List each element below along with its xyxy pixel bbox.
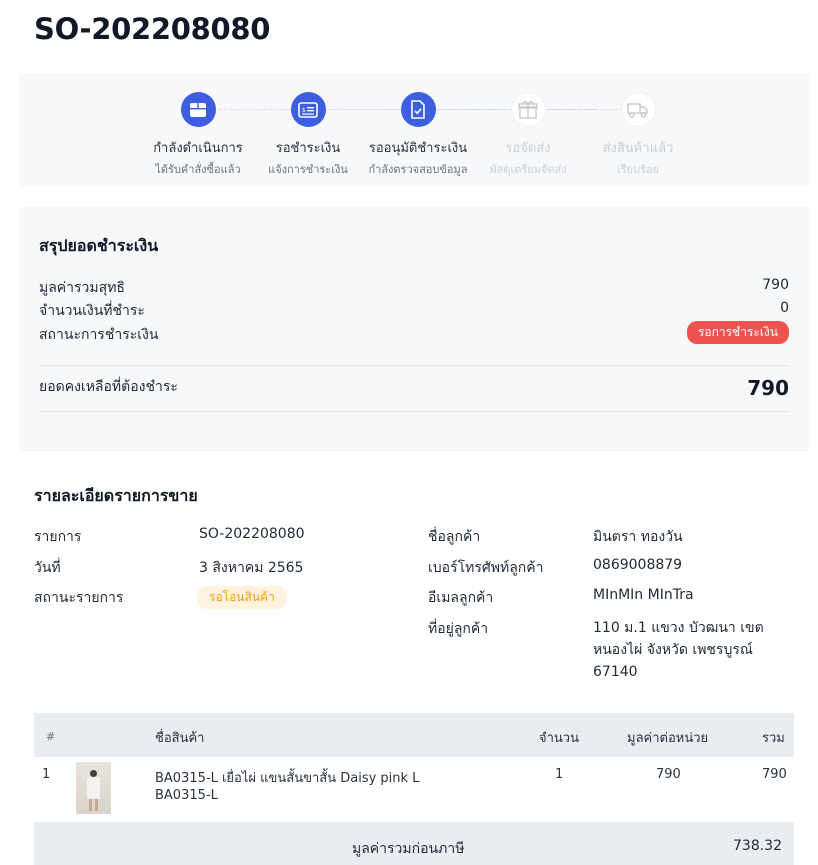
customer-address-label: ที่อยู่ลูกค้า <box>428 621 489 637</box>
step-processing: กำลังดำเนินการ ได้รับคำสั่งซื้อแล้ว <box>143 92 253 178</box>
gift-box-icon <box>510 92 546 127</box>
customer-email-value: MInMIn MInTra <box>593 587 694 603</box>
col-qty-header: จำนวน <box>539 731 579 746</box>
step-awaiting-payment: $ รอชำระเงิน แจ้งการชำระเงิน <box>253 92 363 178</box>
sale-details-title: รายละเอียดรายการขาย <box>34 486 198 505</box>
step-awaiting-shipment: รอจัดส่ง พัสดุเตรียมจัดส่ง <box>473 92 583 178</box>
customer-email-label: อีเมลลูกค้า <box>428 590 494 606</box>
product-name[interactable]: BA0315-L เยื่อไผ่ แขนสั้นขาสั้น Daisy pi… <box>155 767 419 788</box>
product-sku: BA0315-L <box>155 788 218 803</box>
step-subtitle: กำลังตรวจสอบข้อมูล <box>368 163 468 176</box>
step-subtitle: เรียบร้อย <box>616 163 660 176</box>
product-thumbnail[interactable] <box>76 762 111 814</box>
customer-phone-value: 0869008879 <box>593 557 683 573</box>
truck-icon <box>620 92 656 127</box>
customer-name-label: ชื่อลูกค้า <box>428 529 481 545</box>
pre-tax-label: มูลค่ารวมก่อนภาษี <box>352 841 465 857</box>
status-label: สถานะรายการ <box>34 590 124 606</box>
item-value: SO-202208080 <box>199 526 305 542</box>
totals-panel: มูลค่ารวมก่อนภาษี 738.32 <box>34 822 794 865</box>
payment-card-icon: $ <box>290 92 326 127</box>
balance-value: 790 <box>747 376 789 400</box>
net-total-row: มูลค่ารวมสุทธิ 790 <box>39 277 789 299</box>
col-product-header: ชื่อสินค้า <box>155 731 205 746</box>
balance-label: ยอดคงเหลือที่ต้องชำระ <box>39 379 178 395</box>
step-payment-approval: รออนุมัติชำระเงิน กำลังตรวจสอบข้อมูล <box>363 92 473 178</box>
item-label: รายการ <box>34 529 82 545</box>
step-subtitle: แจ้งการชำระเงิน <box>268 163 348 176</box>
page-title: SO-202208080 <box>34 12 271 46</box>
step-title: รอชำระเงิน <box>275 141 341 156</box>
step-title: รอจัดส่ง <box>505 141 551 156</box>
customer-name-value: มินตรา ทองวัน <box>593 529 683 545</box>
step-title: รออนุมัติชำระเงิน <box>368 141 468 156</box>
product-photo-figure <box>90 770 97 777</box>
step-subtitle: พัสดุเตรียมจัดส่ง <box>489 163 567 176</box>
customer-address-value: 110 ม.1 แขวง บัวฒนา เขต หนองไผ่ จังหวัด … <box>593 620 764 680</box>
net-total-value: 790 <box>762 277 789 293</box>
col-index-header: # <box>46 730 56 743</box>
payment-status-row: สถานะการชำระเงิน รอการชำระเงิน <box>39 321 789 346</box>
date-value: 3 สิงหาคม 2565 <box>199 560 304 576</box>
paid-amount-row: จำนวนเงินที่ชำระ 0 <box>39 300 789 322</box>
divider <box>39 365 789 366</box>
customer-phone-label: เบอร์โทรศัพท์ลูกค้า <box>428 560 544 576</box>
payment-status-badge: รอการชำระเงิน <box>686 321 789 344</box>
row-unit-price: 790 <box>656 767 681 782</box>
items-table-header: # ชื่อสินค้า จำนวน มูลค่าต่อหน่วย รวม <box>34 713 794 757</box>
svg-text:$: $ <box>302 107 306 114</box>
payment-status-label: สถานะการชำระเงิน <box>39 327 159 343</box>
box-icon <box>180 92 216 127</box>
document-check-icon <box>400 92 436 127</box>
date-label: วันที่ <box>34 560 61 576</box>
step-shipped: ส่งสินค้าแล้ว เรียบร้อย <box>583 92 693 178</box>
col-unit-price-header: มูลค่าต่อหน่วย <box>627 731 709 746</box>
order-status-badge: รอโอนสินค้า <box>197 586 287 609</box>
pre-tax-value: 738.32 <box>733 838 782 854</box>
step-title: กำลังดำเนินการ <box>153 141 243 156</box>
payment-summary-card: สรุปยอดชำระเงิน มูลค่ารวมสุทธิ 790 จำนวน… <box>19 207 809 452</box>
paid-amount-value: 0 <box>780 300 789 316</box>
paid-amount-label: จำนวนเงินที่ชำระ <box>39 303 145 319</box>
order-progress-stepper: กำลังดำเนินการ ได้รับคำสั่งซื้อแล้ว $ รอ… <box>19 73 809 186</box>
divider <box>39 411 789 412</box>
summary-title: สรุปยอดชำระเงิน <box>39 236 159 255</box>
order-status-badge-wrap: รอโอนสินค้า <box>197 586 287 609</box>
net-total-label: มูลค่ารวมสุทธิ <box>39 280 125 296</box>
row-total: 790 <box>762 767 787 782</box>
balance-row: ยอดคงเหลือที่ต้องชำระ 790 <box>39 376 789 400</box>
step-title: ส่งสินค้าแล้ว <box>602 141 674 156</box>
col-total-header: รวม <box>762 731 785 746</box>
row-index: 1 <box>42 767 51 782</box>
row-qty: 1 <box>555 767 564 782</box>
step-subtitle: ได้รับคำสั่งซื้อแล้ว <box>155 163 241 176</box>
